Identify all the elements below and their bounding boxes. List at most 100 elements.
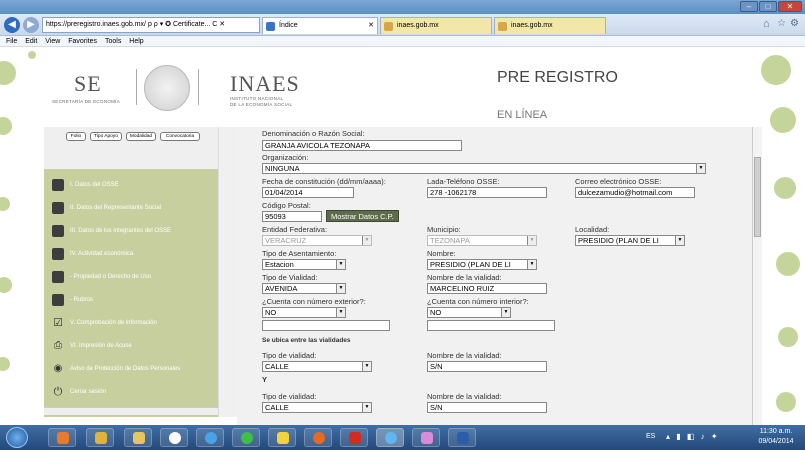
tab-tipo-apoyo[interactable]: Tipo Apoyo: [90, 132, 122, 141]
taskbar-app-ie-active[interactable]: [376, 428, 404, 447]
menu-edit[interactable]: Edit: [25, 38, 37, 45]
sidebar-item-label: III. Datos de los integrantes del OSSE: [70, 228, 172, 234]
chevron-down-icon[interactable]: ▼: [527, 260, 536, 269]
num-ext-input[interactable]: [262, 320, 390, 331]
fecha-input[interactable]: 01/04/2014: [262, 187, 354, 198]
menu-help[interactable]: Help: [129, 38, 143, 45]
page-title: PRE REGISTRO: [497, 69, 618, 86]
cp-input[interactable]: 95093: [262, 211, 322, 222]
settings-gear-icon[interactable]: ⚙: [790, 18, 799, 29]
chevron-down-icon[interactable]: ▼: [336, 308, 345, 317]
page-subtitle: EN LÍNEA: [497, 109, 548, 121]
tipo-vialidad1-select[interactable]: CALLE ▼: [262, 361, 372, 372]
y-label: Y: [262, 375, 268, 384]
nombre-vialidad1-input[interactable]: S/N: [427, 361, 547, 372]
form-icon: [52, 248, 64, 260]
chevron-down-icon[interactable]: ▼: [696, 164, 705, 173]
taskbar-app-green[interactable]: [232, 428, 260, 447]
decor-dot: [774, 177, 796, 199]
taskbar-app-explorer[interactable]: [124, 428, 152, 447]
chevron-down-icon[interactable]: ▼: [362, 362, 371, 371]
num-int-select[interactable]: NO ▼: [427, 307, 511, 318]
taskbar-app-word[interactable]: [448, 428, 476, 447]
tab-convocatoria[interactable]: Convocatoria: [160, 132, 200, 141]
asentamiento-select[interactable]: Estacion ▼: [262, 259, 346, 270]
form-scrollbar[interactable]: [752, 127, 762, 425]
organizacion-label: Organización:: [262, 153, 309, 162]
nombre-vialidad2-input[interactable]: S/N: [427, 402, 547, 413]
scrollbar-thumb[interactable]: [754, 157, 761, 237]
tab-inaes-1[interactable]: inaes.gob.mx: [380, 17, 492, 34]
taskbar-app-acrobat[interactable]: [340, 428, 368, 447]
taskbar-app-paint[interactable]: [412, 428, 440, 447]
nombre-select[interactable]: PRESIDIO (PLAN DE LI ▼: [427, 259, 537, 270]
organizacion-select[interactable]: NINGUNA ▼: [262, 163, 706, 174]
start-button[interactable]: [6, 427, 28, 448]
nombre-vialidad-input[interactable]: MARCELINO RUIZ: [427, 283, 547, 294]
back-icon[interactable]: ◀: [4, 17, 20, 33]
localidad-value: PRESIDIO (PLAN DE LI: [578, 236, 659, 245]
sidebar-item-label: IV. Actividad económica: [70, 251, 134, 257]
num-ext-select[interactable]: NO ▼: [262, 307, 346, 318]
num-int-input[interactable]: [427, 320, 555, 331]
minimize-button[interactable]: –: [740, 1, 758, 12]
menu-favorites[interactable]: Favorites: [68, 38, 97, 45]
asentamiento-value: Estacion: [265, 260, 294, 269]
chevron-down-icon[interactable]: ▼: [501, 308, 510, 317]
lada-input[interactable]: 278 -1062178: [427, 187, 547, 198]
power-icon: ⏻: [53, 386, 63, 398]
chevron-down-icon[interactable]: ▼: [675, 236, 684, 245]
vialidad-select[interactable]: AVENIDA ▼: [262, 283, 346, 294]
favorites-star-icon[interactable]: ☆: [777, 18, 786, 29]
tab-inaes-2[interactable]: inaes.gob.mx: [494, 17, 606, 34]
menu-view[interactable]: View: [45, 38, 60, 45]
municipio-select[interactable]: TEZONAPA ▼: [427, 235, 537, 246]
chevron-down-icon[interactable]: ▼: [336, 284, 345, 293]
sidebar-item-label: II. Datos del Representante Social: [70, 205, 162, 211]
tools-icon: [95, 432, 107, 444]
language-indicator[interactable]: ES: [646, 433, 655, 440]
tab-indice[interactable]: Índice ✕: [262, 17, 378, 34]
localidad-select[interactable]: PRESIDIO (PLAN DE LI ▼: [575, 235, 685, 246]
tab-modalidad[interactable]: Modalidad: [126, 132, 156, 141]
menu-file[interactable]: File: [6, 38, 17, 45]
num-ext-label: ¿Cuenta con número exterior?:: [262, 297, 366, 306]
chevron-down-icon[interactable]: ▼: [336, 260, 345, 269]
cp-label: Código Postal:: [262, 201, 311, 210]
taskbar-app-yellow[interactable]: [268, 428, 296, 447]
entidad-select[interactable]: VERACRUZ ▼: [262, 235, 372, 246]
sidebar-item-label: Aviso de Protección de Datos Personales: [70, 366, 181, 372]
sidebar-horizontal-scrollbar[interactable]: [44, 407, 218, 415]
organizacion-value: NINGUNA: [265, 164, 300, 173]
denominacion-input[interactable]: GRANJA AVICOLA TEZONAPA: [262, 140, 462, 151]
chevron-down-icon[interactable]: ▼: [362, 236, 371, 245]
forward-icon[interactable]: ▶: [23, 17, 39, 33]
chevron-down-icon[interactable]: ▼: [527, 236, 536, 245]
address-bar[interactable]: https://preregistro.inaes.gob.mx/ p ρ ▾ …: [42, 17, 260, 33]
clock-time[interactable]: 11:30 a.m.: [752, 428, 800, 435]
decor-dot: [761, 55, 791, 85]
taskbar-app-tools[interactable]: [86, 428, 114, 447]
tipo-vialidad1-label: Tipo de vialidad:: [262, 351, 317, 360]
close-tab-icon[interactable]: ✕: [368, 18, 374, 34]
entidad-value: VERACRUZ: [265, 236, 307, 245]
taskbar-app-dell[interactable]: [160, 428, 188, 447]
chevron-down-icon[interactable]: ▼: [362, 403, 371, 412]
menu-tools[interactable]: Tools: [105, 38, 121, 45]
correo-input[interactable]: dulcezamudio@hotmail.com: [575, 187, 695, 198]
tab-folio[interactable]: Folio: [66, 132, 86, 141]
tipo-vialidad2-select[interactable]: CALLE ▼: [262, 402, 372, 413]
close-button[interactable]: ✕: [778, 1, 802, 12]
decor-dot: [0, 117, 12, 135]
form-icon: [52, 225, 64, 237]
home-icon[interactable]: ⌂: [763, 18, 770, 30]
clock-date[interactable]: 09/04/2014: [752, 438, 800, 445]
taskbar-app-media[interactable]: [48, 428, 76, 447]
maximize-button[interactable]: □: [759, 1, 777, 12]
system-tray-icons[interactable]: ▴ ▮ ◧ ♪ ✦: [666, 432, 720, 441]
sidebar-item-label: - Propiedad o Derecho de Uso: [70, 274, 152, 280]
taskbar-app-ie[interactable]: [196, 428, 224, 447]
mostrar-datos-cp-button[interactable]: Mostrar Datos C.P.: [326, 210, 399, 222]
sidebar-scrollbar[interactable]: [218, 127, 237, 417]
taskbar-app-firefox[interactable]: [304, 428, 332, 447]
